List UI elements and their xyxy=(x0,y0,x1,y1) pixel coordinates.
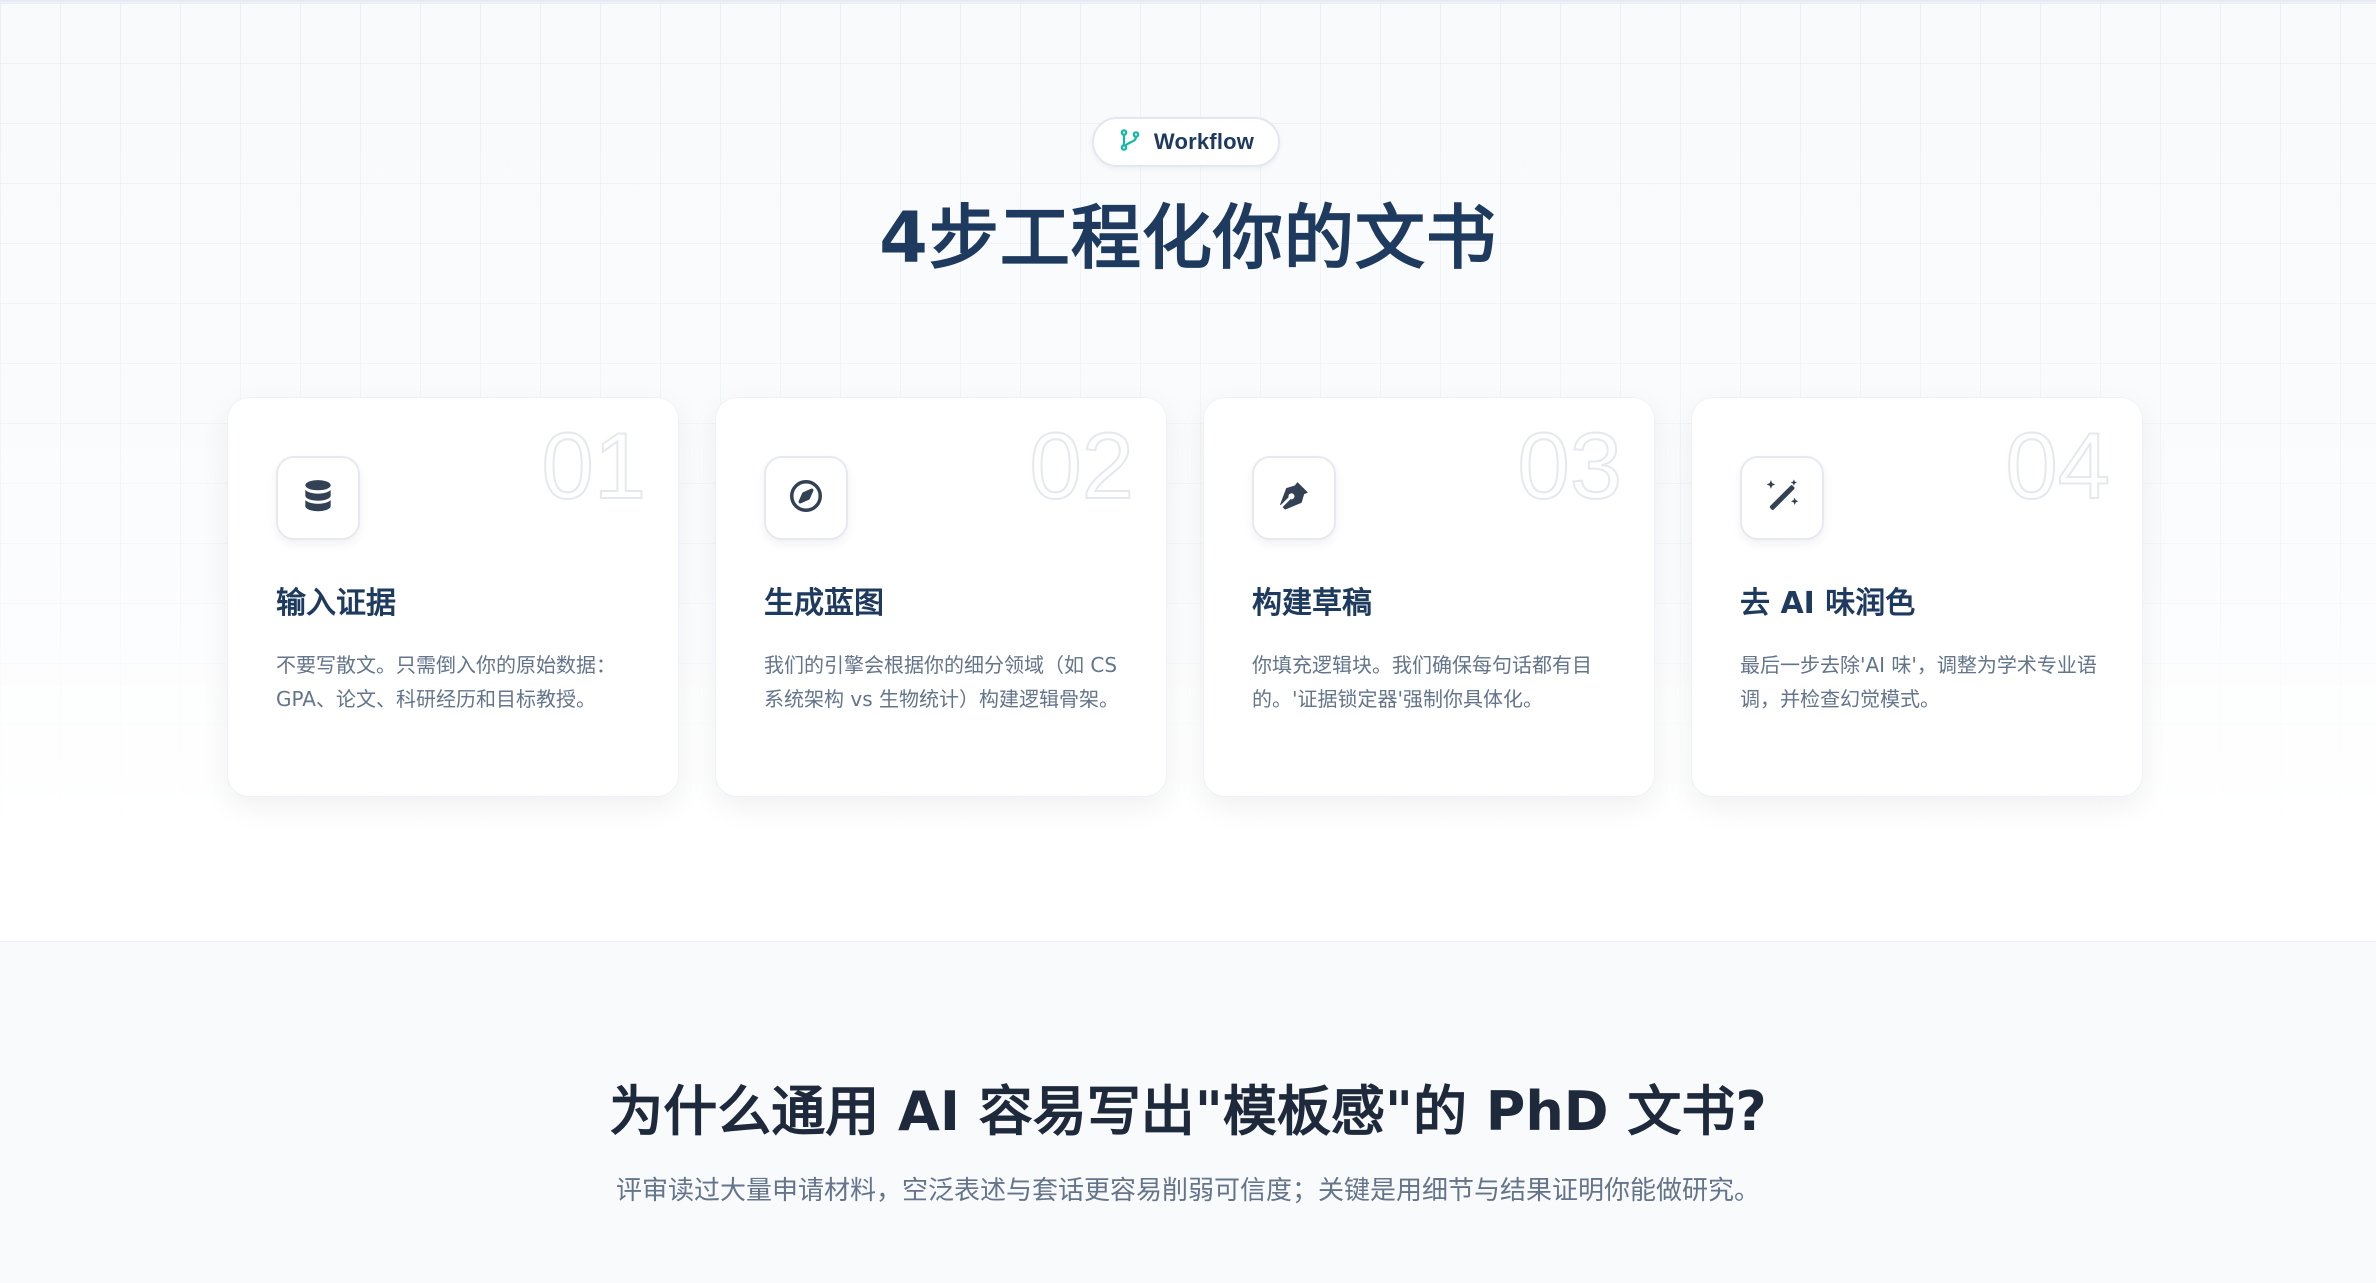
step-card-2: 02 生成蓝图 我们的引擎会根据你的细分领域（如 CS 系统架构 vs 生物统计… xyxy=(715,397,1167,797)
step-icon-box xyxy=(1740,456,1824,540)
step-title: 输入证据 xyxy=(276,586,396,621)
why-section: 为什么通用 AI 容易写出"模板感"的 PhD 文书? 评审读过大量申请材料，空… xyxy=(0,941,2376,1283)
step-icon-box xyxy=(276,456,360,540)
step-description: 我们的引擎会根据你的细分领域（如 CS 系统架构 vs 生物统计）构建逻辑骨架。 xyxy=(764,653,1119,711)
workflow-title: 4步工程化你的文书 xyxy=(879,197,1497,279)
step-title: 构建草稿 xyxy=(1252,586,1372,621)
compass-icon xyxy=(787,477,825,519)
step-icon-box xyxy=(764,456,848,540)
why-subtitle: 评审读过大量申请材料，空泛表述与套话更容易削弱可信度；关键是用细节与结果证明你能… xyxy=(615,1176,1760,1206)
step-card-1: 01 输入证据 不要写散文。只需倒入你的原始数据：GPA、论文、科研经历和目标教… xyxy=(227,397,679,797)
step-icon-box xyxy=(1252,456,1336,540)
step-number: 04 xyxy=(2004,413,2111,518)
step-card-3: 03 构建草稿 你填充逻辑块。我们确保每句话都有目的。'证据锁定器'强制你具体化… xyxy=(1203,397,1655,797)
step-title: 去 AI 味润色 xyxy=(1740,586,1916,621)
magic-wand-icon xyxy=(1763,477,1801,519)
why-title: 为什么通用 AI 容易写出"模板感"的 PhD 文书? xyxy=(609,1080,1767,1143)
step-number: 01 xyxy=(540,413,647,518)
git-branch-icon xyxy=(1118,128,1142,156)
step-description: 最后一步去除'AI 味'，调整为学术专业语调，并检查幻觉模式。 xyxy=(1740,653,2097,711)
step-number: 03 xyxy=(1516,413,1623,518)
workflow-badge: Workflow xyxy=(1092,117,1280,167)
pen-nib-icon xyxy=(1275,477,1313,519)
step-card-4: 04 去 AI 味润色 最后一步去除'AI 味'，调整为学术专业语调，并检查幻觉… xyxy=(1691,397,2143,797)
step-title: 生成蓝图 xyxy=(764,586,884,621)
step-number: 02 xyxy=(1028,413,1135,518)
step-description: 你填充逻辑块。我们确保每句话都有目的。'证据锁定器'强制你具体化。 xyxy=(1252,653,1592,711)
step-description: 不要写散文。只需倒入你的原始数据：GPA、论文、科研经历和目标教授。 xyxy=(276,653,616,711)
workflow-badge-label: Workflow xyxy=(1153,129,1255,154)
workflow-steps: 01 输入证据 不要写散文。只需倒入你的原始数据：GPA、论文、科研经历和目标教… xyxy=(227,397,2143,797)
database-icon xyxy=(299,477,337,519)
